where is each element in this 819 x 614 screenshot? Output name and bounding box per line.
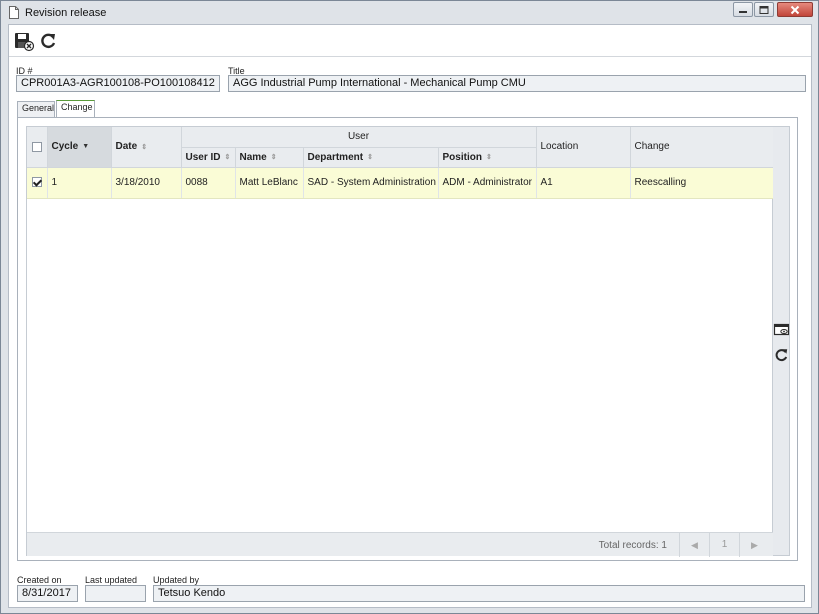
column-label-position: Position: [442, 151, 482, 163]
column-header-date[interactable]: Date ⇕: [111, 127, 182, 168]
user-group-header: User: [181, 127, 537, 148]
sort-icon: ⇕: [367, 153, 373, 161]
column-header-position[interactable]: Position ⇕: [438, 147, 537, 168]
view-record-button[interactable]: [773, 321, 790, 337]
last-updated-label: Last updated: [85, 575, 138, 585]
sort-icon: ⇕: [485, 153, 492, 161]
column-header-change[interactable]: Change: [630, 127, 774, 168]
column-label-date: Date: [115, 141, 138, 153]
row-checkbox[interactable]: [31, 177, 42, 188]
column-header-location[interactable]: Location: [536, 127, 631, 168]
updated-by-label: Updated by: [153, 575, 200, 585]
maximize-icon: [759, 5, 769, 14]
sort-icon: ⇕: [224, 153, 231, 161]
document-icon: [9, 6, 19, 19]
column-header-user-id[interactable]: User ID ⇕: [181, 147, 236, 168]
column-label-cycle: Cycle: [51, 141, 79, 153]
table-row[interactable]: 1 3/18/2010 0088 Matt LeBlanc SAD - Syst…: [27, 167, 774, 199]
grid-table: Cycle ▼ Date ⇕ User Location Change User I…: [27, 127, 774, 199]
column-header-department[interactable]: Department ⇕: [303, 147, 439, 168]
previous-page-icon: ◀: [691, 540, 698, 550]
cell-change: Reescalling: [630, 167, 774, 199]
window-title: Revision release: [25, 7, 107, 19]
row-select-cell: [27, 167, 48, 199]
title-bar: Revision release: [1, 1, 818, 24]
toolbar: [9, 25, 811, 57]
revision-release-window: Revision release ID # CPR001A3-AGR100108…: [0, 0, 819, 614]
title-field[interactable]: AGG Industrial Pump International - Mech…: [228, 75, 806, 92]
column-header-name[interactable]: Name ⇕: [235, 147, 304, 168]
tab-general[interactable]: General: [17, 101, 55, 117]
grid-footer: Total records: 1 ◀ 1 ▶: [27, 532, 773, 557]
cell-user-id: 0088: [181, 167, 236, 199]
grid-side-toolbar: [773, 126, 790, 556]
previous-page-button[interactable]: ◀: [679, 533, 709, 557]
cell-position: ADM - Administrator: [438, 167, 537, 199]
last-updated-field[interactable]: [85, 585, 146, 602]
cell-date: 3/18/2010: [111, 167, 182, 199]
refresh-icon: [41, 33, 56, 49]
sort-icon: ⇕: [141, 143, 148, 151]
column-label-name: Name: [239, 151, 267, 163]
cell-department: SAD - System Administration: [303, 167, 439, 199]
cell-name: Matt LeBlanc: [235, 167, 304, 199]
view-record-icon: [773, 323, 790, 336]
minimize-button[interactable]: [733, 2, 753, 17]
close-button[interactable]: [777, 2, 813, 17]
next-page-icon: ▶: [751, 540, 758, 550]
minimize-icon: [739, 10, 747, 13]
total-records: Total records: 1: [598, 540, 667, 551]
change-panel: Cycle ▼ Date ⇕ User Location Change User I…: [17, 117, 798, 561]
created-on-label: Created on: [17, 575, 62, 585]
change-grid: Cycle ▼ Date ⇕ User Location Change User I…: [26, 126, 774, 557]
column-header-cycle[interactable]: Cycle ▼: [47, 127, 112, 168]
column-label-user-id: User ID: [185, 151, 221, 163]
tab-change[interactable]: Change: [56, 100, 95, 117]
id-field[interactable]: CPR001A3-AGR100108-PO100108412: [16, 75, 220, 92]
close-icon: [790, 5, 800, 14]
client-area: ID # CPR001A3-AGR100108-PO100108412 Titl…: [8, 24, 812, 608]
cell-cycle: 1: [47, 167, 112, 199]
maximize-button[interactable]: [754, 2, 774, 17]
select-all-checkbox[interactable]: [31, 141, 42, 152]
refresh-button[interactable]: [37, 30, 59, 52]
save-close-icon: [15, 33, 35, 52]
created-on-field[interactable]: 8/31/2017: [17, 585, 78, 602]
updated-by-field[interactable]: Tetsuo Kendo: [153, 585, 805, 602]
column-label-department: Department: [307, 151, 364, 163]
select-all-header: [27, 127, 48, 168]
cell-location: A1: [536, 167, 631, 199]
refresh-icon: [775, 349, 788, 362]
page-number: 1: [709, 533, 739, 557]
sort-icon: ⇕: [270, 153, 277, 161]
grid-refresh-button[interactable]: [773, 347, 790, 363]
save-close-button[interactable]: [13, 30, 35, 52]
sort-descending-icon: ▼: [82, 143, 90, 151]
next-page-button[interactable]: ▶: [739, 533, 769, 557]
